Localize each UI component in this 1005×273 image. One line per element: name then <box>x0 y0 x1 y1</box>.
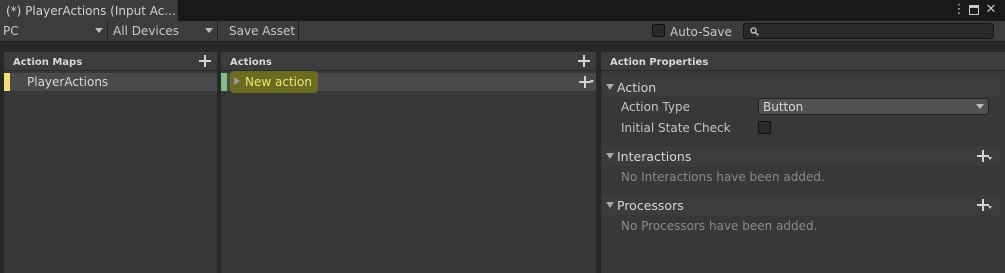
action-type-label: Action Type <box>621 100 690 114</box>
processors-empty-text: No Processors have been added. <box>621 219 818 233</box>
window-tab[interactable]: (*) PlayerActions (Input Ac... <box>0 0 178 21</box>
interactions-section-title: Interactions <box>617 149 692 164</box>
interactions-section-header[interactable]: Interactions <box>603 146 1001 166</box>
chevron-down-icon <box>988 157 992 160</box>
control-scheme-dropdown[interactable]: PC <box>0 21 108 41</box>
action-label: New action <box>245 75 312 89</box>
control-scheme-value: PC <box>3 24 19 38</box>
initial-state-check-checkbox[interactable] <box>758 121 771 134</box>
processors-section-header[interactable]: Processors <box>603 195 1001 215</box>
toolbar: PC All Devices Save Asset Auto-Save <box>0 21 1005 42</box>
action-type-dropdown[interactable]: Button <box>758 98 989 115</box>
action-maps-header: Action Maps <box>4 52 217 71</box>
actions-panel: Actions New action <box>221 52 596 273</box>
add-action-map-icon[interactable] <box>199 55 211 67</box>
chevron-down-icon <box>205 28 213 33</box>
initial-state-check-label: Initial State Check <box>621 121 731 135</box>
search-icon <box>750 27 759 36</box>
action-maps-title: Action Maps <box>13 57 83 68</box>
action-map-color-bar <box>4 73 10 91</box>
collapse-triangle-icon <box>606 153 614 159</box>
processors-section-title: Processors <box>617 198 684 213</box>
auto-save-label: Auto-Save <box>670 25 732 39</box>
save-asset-button[interactable]: Save Asset <box>224 21 299 41</box>
properties-title: Action Properties <box>610 57 709 68</box>
chevron-down-icon <box>590 80 594 83</box>
action-map-item[interactable]: PlayerActions <box>4 73 217 91</box>
action-color-bar <box>221 73 227 91</box>
save-asset-label: Save Asset <box>229 24 296 38</box>
actions-title: Actions <box>230 57 272 68</box>
interactions-empty-text: No Interactions have been added. <box>621 170 825 184</box>
action-section-header[interactable]: Action <box>603 77 1001 97</box>
chevron-down-icon <box>976 104 984 109</box>
chevron-down-icon <box>988 206 992 209</box>
action-properties-panel: Action Properties Action Action Type But… <box>601 52 1005 273</box>
action-item[interactable]: New action <box>221 71 596 93</box>
close-icon[interactable]: ✕ <box>983 2 999 18</box>
properties-header: Action Properties <box>601 52 1005 71</box>
auto-save-checkbox[interactable] <box>652 24 665 37</box>
collapse-triangle-icon <box>606 84 614 90</box>
editor-tab-strip: (*) PlayerActions (Input Ac... ⋮ ✕ <box>0 0 1005 21</box>
search-input[interactable] <box>743 23 994 39</box>
expand-triangle-icon[interactable] <box>234 77 240 85</box>
devices-dropdown[interactable]: All Devices <box>109 21 218 41</box>
action-map-label: PlayerActions <box>27 75 109 89</box>
menu-icon[interactable]: ⋮ <box>951 2 967 18</box>
action-maps-panel: Action Maps PlayerActions <box>4 52 217 273</box>
actions-header: Actions <box>221 52 596 71</box>
maximize-icon[interactable] <box>966 2 982 18</box>
action-section-title: Action <box>617 80 657 95</box>
collapse-triangle-icon <box>606 202 614 208</box>
window-tab-title: (*) PlayerActions (Input Ac... <box>6 4 176 18</box>
add-interaction-icon[interactable] <box>977 150 989 162</box>
add-action-icon[interactable] <box>578 55 590 67</box>
action-type-value: Button <box>763 100 804 114</box>
chevron-down-icon <box>95 28 103 33</box>
devices-value: All Devices <box>113 24 179 38</box>
add-processor-icon[interactable] <box>977 199 989 211</box>
